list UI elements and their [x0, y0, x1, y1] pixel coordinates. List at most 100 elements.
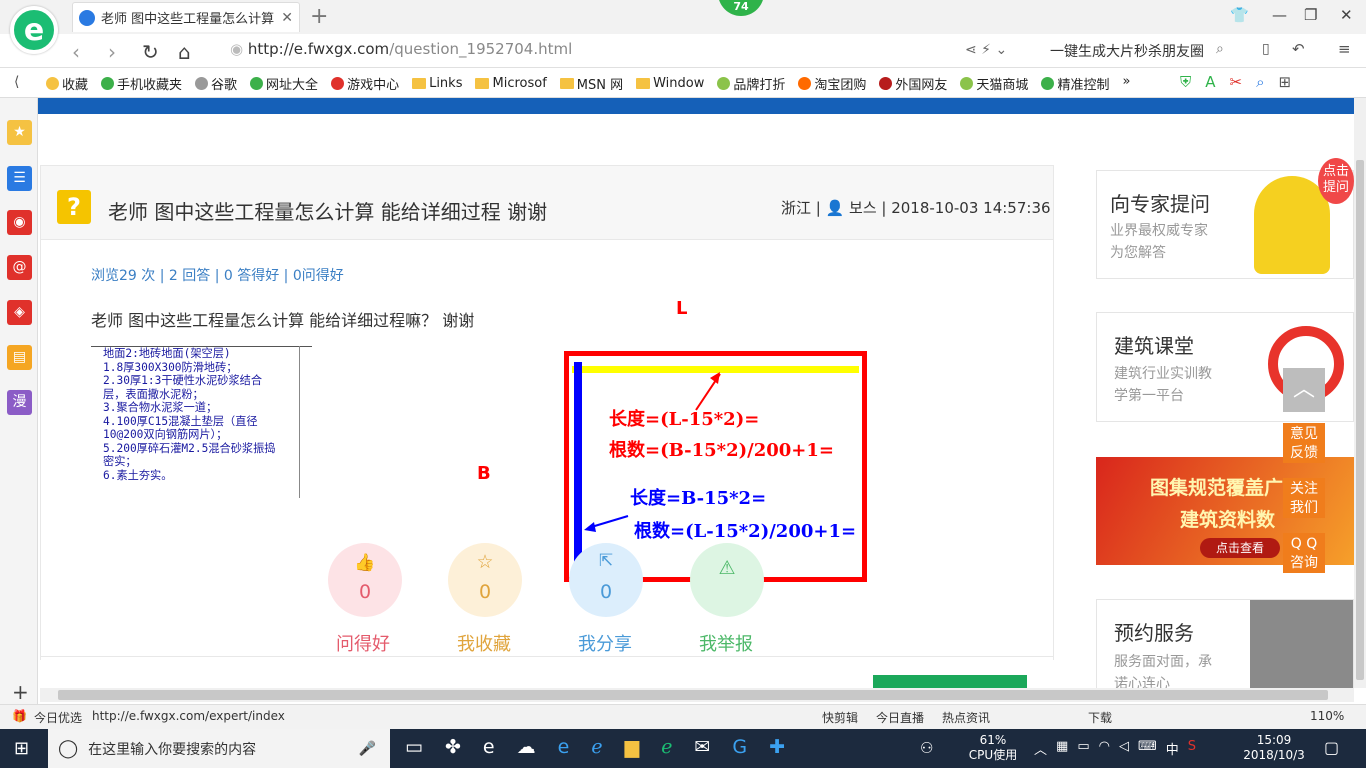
vertical-scroll-thumb[interactable] — [1356, 160, 1364, 680]
bookmark-item[interactable]: 天猫商城 — [960, 74, 1028, 93]
keyboard-icon[interactable]: ⌨ — [1138, 739, 1157, 758]
zoom-level[interactable]: 110% — [1310, 709, 1344, 723]
status-item-clip[interactable]: 快剪辑 — [822, 709, 858, 726]
answer-button[interactable] — [873, 675, 1027, 688]
report-button[interactable]: ⚠ — [690, 543, 764, 617]
magnifier-icon[interactable]: ⌕ — [1256, 73, 1264, 91]
list-icon[interactable]: ☰ — [7, 166, 32, 191]
reload-icon[interactable]: ↻ — [142, 40, 159, 64]
ime-indicator[interactable]: 中 — [1166, 739, 1179, 758]
add-sidebar-icon[interactable]: + — [12, 680, 29, 704]
cpu-indicator[interactable]: 61% CPU使用 — [963, 733, 1023, 763]
url-input[interactable]: ◉ http://e.fwxgx.com/question_1952704.ht… — [230, 40, 572, 58]
qq-button[interactable]: Q Q咨询 — [1283, 533, 1325, 573]
cloud-app-icon[interactable]: ☁ — [517, 736, 536, 758]
menu-icon[interactable]: ≡ — [1338, 40, 1351, 58]
new-tab-button[interactable]: + — [310, 4, 328, 29]
feedback-button[interactable]: 意见反馈 — [1283, 423, 1325, 463]
fan-app-icon[interactable]: ✤ — [445, 736, 461, 758]
follow-button[interactable]: 关注我们 — [1283, 478, 1325, 518]
bookmark-item[interactable]: Window — [636, 74, 704, 93]
file-explorer-icon[interactable]: ▆ — [625, 736, 640, 758]
grid-icon[interactable]: ⊞ — [1279, 73, 1292, 91]
sidebar-toggle-icon[interactable]: ⟨ — [14, 74, 19, 90]
wifi-icon[interactable]: ◠ — [1099, 739, 1110, 758]
microphone-icon[interactable]: 🎤 — [359, 741, 376, 757]
banner-button[interactable]: 点击查看 — [1200, 538, 1280, 558]
red-count-formula: 根数=(B-15*2)/200+1= — [609, 440, 834, 461]
bookmark-item[interactable]: 游戏中心 — [331, 74, 399, 93]
book-icon[interactable]: ▤ — [7, 345, 32, 370]
bookmark-item[interactable]: Microsof — [475, 74, 547, 93]
battery-icon[interactable]: ▭ — [1077, 739, 1089, 758]
shield-icon[interactable]: ⛨ — [1180, 73, 1191, 91]
horizontal-scroll-thumb[interactable] — [58, 690, 1328, 700]
plus-app-icon[interactable]: ✚ — [769, 736, 785, 758]
taskbar-search-input[interactable]: ◯ 在这里输入你要搜索的内容 🎤 — [48, 729, 390, 768]
g-app-icon[interactable]: G — [732, 736, 747, 758]
report-label[interactable]: 我举报 — [676, 630, 776, 656]
start-windows-icon[interactable]: ⊞ — [14, 738, 29, 759]
status-item-live[interactable]: 今日直播 — [876, 709, 924, 726]
ie-icon[interactable]: e — [483, 736, 495, 758]
game-icon[interactable]: ◈ — [7, 300, 32, 325]
bookmarks-more-icon[interactable]: » — [1122, 74, 1130, 93]
promo-text[interactable]: 一键生成大片秒杀朋友圈 — [1050, 41, 1204, 61]
comic-icon[interactable]: 漫 — [7, 390, 32, 415]
shirt-icon[interactable]: 👕 — [1230, 6, 1249, 24]
mobile-icon[interactable]: ▯ — [1262, 41, 1270, 57]
bookmark-item[interactable]: Links — [412, 74, 462, 93]
tab-close-icon[interactable]: ✕ — [281, 10, 293, 26]
status-item-news[interactable]: 热点资讯 — [942, 709, 990, 726]
bookmark-item[interactable]: 手机收藏夹 — [101, 74, 182, 93]
action-center-icon[interactable]: ▢ — [1324, 738, 1339, 757]
good-question-button[interactable]: 👍 0 — [328, 543, 402, 617]
bookmark-item[interactable]: 谷歌 — [195, 74, 237, 93]
share-label[interactable]: 我分享 — [555, 630, 655, 656]
status-item-download[interactable]: 下载 — [1088, 709, 1112, 726]
people-icon[interactable]: ⚇ — [920, 739, 933, 757]
expert-bubble[interactable]: 点击提问 — [1318, 158, 1354, 204]
bookmark-item[interactable]: MSN 网 — [559, 74, 623, 93]
email-icon[interactable]: @ — [7, 255, 32, 280]
bookmark-item[interactable]: 精准控制 — [1041, 74, 1109, 93]
internet-explorer-icon[interactable]: ℯ — [591, 736, 602, 758]
search-icon[interactable]: ⌕ — [1216, 41, 1224, 57]
360-browser-icon[interactable]: ℯ — [661, 736, 672, 758]
browser-tab[interactable]: 老师 图中这些工程量怎么计算 能 ✕ — [72, 2, 300, 32]
share-icon[interactable]: ⋖ ⚡ ⌄ — [965, 42, 1007, 58]
spec-image[interactable]: 地面2:地砖地面(架空层) 1.8厚300X300防滑地砖； 2.30厚1:3干硬性… — [91, 346, 312, 498]
browser-logo-icon[interactable]: e — [10, 6, 58, 54]
volume-icon[interactable]: ◁ — [1119, 739, 1129, 758]
close-window-icon[interactable]: ✕ — [1340, 6, 1353, 24]
scissors-icon[interactable]: ✂ — [1230, 73, 1243, 91]
weibo-icon[interactable]: ◉ — [7, 210, 32, 235]
tray-app-icon[interactable]: ▦ — [1056, 739, 1068, 758]
maximize-icon[interactable]: ❐ — [1304, 6, 1317, 24]
bookmark-item[interactable]: 品牌打折 — [717, 74, 785, 93]
mail-icon[interactable]: ✉ — [694, 736, 710, 758]
edge-icon[interactable]: e — [558, 736, 570, 758]
bookmark-item[interactable]: 淘宝团购 — [798, 74, 866, 93]
share-button[interactable]: ⇱ 0 — [569, 543, 643, 617]
home-icon[interactable]: ⌂ — [178, 40, 191, 64]
minimize-icon[interactable]: — — [1272, 6, 1287, 24]
task-view-icon[interactable]: ▭ — [405, 736, 423, 758]
translate-icon[interactable]: A — [1205, 73, 1215, 91]
back-to-top-icon[interactable]: ︿ — [1283, 368, 1325, 412]
bookmark-item[interactable]: 外国网友 — [879, 74, 947, 93]
sogou-icon[interactable]: S — [1188, 739, 1196, 758]
favorite-button[interactable]: ☆ 0 — [448, 543, 522, 617]
clock[interactable]: 15:09 2018/10/3 — [1232, 733, 1316, 763]
blue-count-formula: 根数=(L-15*2)/200+1= — [634, 521, 857, 542]
favorites-star-icon[interactable]: ★ — [7, 120, 32, 145]
bookmark-item[interactable]: 网址大全 — [250, 74, 318, 93]
bookmark-item[interactable]: 收藏 — [46, 74, 88, 93]
undo-icon[interactable]: ↶ — [1292, 40, 1305, 58]
today-picks[interactable]: 今日优选 — [34, 709, 82, 726]
back-icon[interactable]: ‹ — [72, 40, 80, 64]
good-question-label[interactable]: 问得好 — [313, 630, 413, 656]
forward-icon[interactable]: › — [108, 40, 116, 64]
tray-expand-icon[interactable]: ︿ — [1034, 739, 1047, 758]
favorite-label[interactable]: 我收藏 — [434, 630, 534, 656]
